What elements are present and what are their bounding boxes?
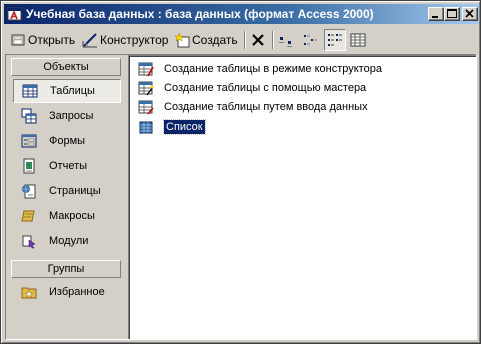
list-item-label: Создание таблицы путем ввода данных: [164, 101, 368, 113]
create-icon: [174, 32, 190, 48]
toolbar-separator: [244, 31, 246, 49]
table-icon: [139, 121, 153, 134]
minimize-button[interactable]: [428, 7, 444, 21]
list-item-label: Создание таблицы с помощью мастера: [164, 82, 367, 94]
title-bar[interactable]: Учебная база данных : база данных (форма…: [4, 4, 479, 24]
details-view-icon: [350, 33, 366, 47]
sidebar-item-queries[interactable]: Запросы: [13, 104, 121, 128]
report-icon: [23, 158, 35, 174]
delete-icon: [252, 34, 264, 46]
table-icon: [22, 84, 38, 98]
query-icon: [21, 108, 37, 124]
sidebar-item-pages[interactable]: Страницы: [13, 179, 121, 203]
macro-icon: [21, 210, 35, 222]
objects-list[interactable]: Создание таблицы в режиме конструктора С…: [128, 55, 476, 339]
sidebar-item-label: Таблицы: [50, 85, 95, 97]
close-icon: [465, 9, 474, 18]
create-label: Создать: [192, 33, 238, 47]
access-app-icon: [7, 7, 22, 21]
design-label: Конструктор: [100, 33, 169, 47]
design-button[interactable]: Конструктор: [82, 29, 168, 51]
data-entry-icon: [138, 100, 154, 115]
design-wizard-icon: [138, 62, 154, 77]
sidebar-item-label: Избранное: [49, 286, 105, 298]
form-icon: [21, 134, 37, 148]
main-area: Объекты Таблицы Запросы Формы Отчеты Стр…: [5, 54, 477, 340]
minimize-icon: [432, 16, 438, 18]
wizard-icon: [138, 81, 154, 96]
objects-header[interactable]: Объекты: [11, 58, 121, 76]
design-icon: [82, 33, 97, 48]
sidebar-item-label: Макросы: [49, 210, 95, 222]
sidebar-item-modules[interactable]: Модули: [13, 229, 121, 253]
list-item[interactable]: Создание таблицы путем ввода данных: [138, 98, 368, 116]
maximize-button[interactable]: [444, 7, 460, 21]
list-item-label: Создание таблицы в режиме конструктора: [164, 63, 382, 75]
sidebar-item-macros[interactable]: Макросы: [13, 204, 121, 228]
open-label: Открыть: [28, 33, 76, 47]
toolbar: Открыть Конструктор Создать: [4, 27, 479, 53]
sidebar-item-favorites[interactable]: Избранное: [13, 280, 121, 304]
sidebar-item-label: Запросы: [49, 110, 94, 122]
module-icon: [22, 235, 36, 249]
favorites-icon: [21, 287, 37, 299]
list-view-icon: [328, 34, 342, 46]
sidebar-item-label: Страницы: [49, 185, 101, 197]
details-view-button[interactable]: [350, 29, 368, 51]
toolbar-separator: [272, 31, 274, 49]
small-icons-view-button[interactable]: [302, 29, 320, 51]
sidebar-item-tables[interactable]: Таблицы: [13, 79, 121, 103]
sidebar-item-label: Формы: [49, 135, 86, 147]
list-item-label: Список: [163, 119, 206, 135]
open-button[interactable]: Открыть: [10, 29, 75, 51]
window-title: Учебная база данных : база данных (форма…: [26, 7, 374, 21]
delete-button[interactable]: [250, 29, 268, 51]
database-window: Учебная база данных : база данных (форма…: [0, 0, 481, 344]
list-item[interactable]: Создание таблицы с помощью мастера: [138, 79, 366, 97]
small-icons-view-icon: [304, 35, 317, 45]
large-icons-view-button[interactable]: [278, 29, 296, 51]
open-icon: [11, 34, 25, 46]
objects-bar: Объекты Таблицы Запросы Формы Отчеты Стр…: [7, 56, 125, 336]
close-button[interactable]: [462, 7, 478, 21]
list-view-button[interactable]: [324, 29, 346, 51]
sidebar-item-forms[interactable]: Формы: [13, 129, 121, 153]
maximize-icon: [447, 9, 457, 18]
large-icons-view-icon: [279, 37, 292, 47]
sidebar-item-label: Отчеты: [49, 160, 88, 172]
sidebar-item-label: Модули: [49, 235, 89, 247]
page-icon: [22, 184, 36, 199]
sidebar-item-reports[interactable]: Отчеты: [13, 154, 121, 178]
list-item[interactable]: Создание таблицы в режиме конструктора: [138, 60, 382, 78]
create-button[interactable]: Создать: [174, 29, 238, 51]
list-item-selected[interactable]: Список: [138, 118, 206, 136]
groups-header[interactable]: Группы: [11, 260, 121, 278]
